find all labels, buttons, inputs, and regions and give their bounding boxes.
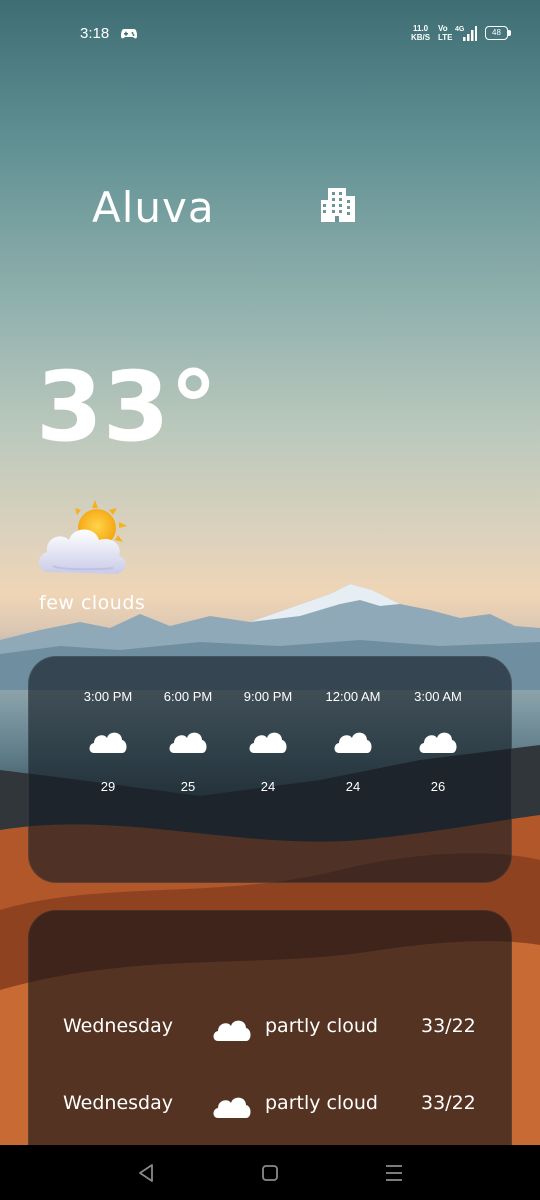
daily-temperature: 33/22: [421, 1015, 476, 1037]
hourly-time: 9:00 PM: [243, 689, 293, 704]
signal-icon: 4G: [455, 26, 477, 41]
navigation-bar: [0, 1145, 540, 1200]
daily-description: partly cloud: [265, 1092, 378, 1114]
cloud-icon: [419, 732, 457, 753]
network-type-label: 4G: [455, 26, 465, 33]
sun-behind-cloud-icon: [38, 500, 127, 574]
hourly-time: 3:00 PM: [83, 689, 133, 704]
hourly-temperature: 24: [260, 779, 276, 794]
daily-row: Wednesday partly cloud 33/22: [29, 1086, 511, 1126]
menu-icon[interactable]: [380, 1159, 408, 1187]
current-temperature: 33°: [36, 351, 218, 463]
current-condition: few clouds: [39, 592, 146, 614]
daily-description: partly cloud: [265, 1015, 378, 1037]
game-controller-icon: [121, 29, 137, 39]
status-time: 3:18: [80, 25, 110, 42]
daily-temperature: 33/22: [421, 1092, 476, 1114]
cloud-icon: [249, 732, 287, 753]
cloud-icon: [213, 1097, 251, 1118]
daily-forecast-panel[interactable]: Wednesday partly cloud 33/22 Wednesday p…: [28, 910, 512, 1155]
battery-level: 48: [485, 26, 508, 40]
battery-tip: [508, 30, 511, 36]
daily-day: Wednesday: [63, 1092, 174, 1114]
hourly-temperature: 26: [430, 779, 446, 794]
hourly-temperature: 25: [180, 779, 196, 794]
daily-day: Wednesday: [63, 1015, 174, 1037]
volte-top-label: Vo: [438, 24, 448, 33]
daily-row: Wednesday partly cloud 33/22: [29, 1009, 511, 1049]
network-speed-unit: KB/S: [411, 33, 431, 42]
status-bar: 3:18 11.0 KB/S Vo LTE 4G 48: [0, 0, 540, 70]
network-speed-value: 11.0: [412, 24, 429, 33]
hourly-item: 6:00 PM 25: [148, 657, 228, 797]
volte-bottom-label: LTE: [438, 33, 453, 42]
hourly-time: 12:00 AM: [325, 689, 381, 704]
hourly-item: 9:00 PM 24: [228, 657, 308, 797]
cloud-icon: [169, 732, 207, 753]
hourly-temperature: 29: [100, 779, 116, 794]
home-icon[interactable]: [256, 1159, 284, 1187]
hourly-time: 6:00 PM: [163, 689, 213, 704]
hourly-forecast-panel[interactable]: 3:00 PM 29 6:00 PM 25 9:00 PM 24 12:00 A…: [28, 656, 512, 883]
battery-icon: 48: [485, 26, 511, 40]
hourly-item: 12:00 AM 24: [313, 657, 393, 797]
network-speed: 11.0 KB/S: [411, 24, 430, 42]
cloud-icon: [213, 1020, 251, 1041]
city-name: Aluva: [92, 183, 215, 232]
hourly-temperature: 24: [345, 779, 361, 794]
cloud-icon: [334, 732, 372, 753]
back-icon[interactable]: [132, 1159, 160, 1187]
hourly-time: 3:00 AM: [414, 689, 462, 704]
hourly-item: 3:00 PM 29: [68, 657, 148, 797]
building-icon[interactable]: [318, 186, 358, 226]
volte-icon: Vo LTE: [438, 24, 453, 42]
cloud-icon: [89, 732, 127, 753]
hourly-item: 3:00 AM 26: [398, 657, 478, 797]
